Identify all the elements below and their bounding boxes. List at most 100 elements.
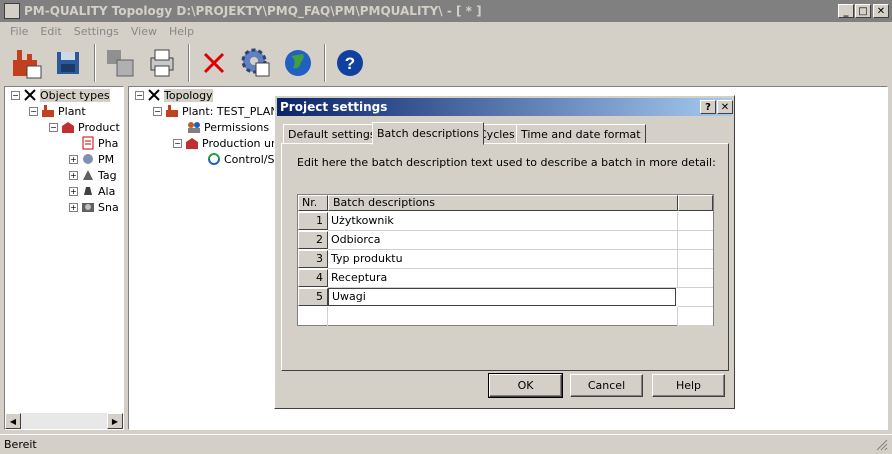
scroll-left-icon[interactable]: ◀: [5, 413, 21, 429]
main-titlebar[interactable]: PM-QUALITY Topology D:\PROJEKTY\PMQ_FAQ\…: [0, 0, 892, 22]
tree-node-product[interactable]: − Product: [49, 119, 120, 135]
collapse-icon[interactable]: −: [29, 106, 38, 116]
tag-icon: [83, 170, 93, 180]
minimize-button[interactable]: _: [838, 4, 854, 18]
gear-icon: [83, 154, 93, 164]
column-header-descriptions[interactable]: Batch descriptions: [328, 195, 678, 211]
collapse-icon[interactable]: −: [135, 90, 144, 100]
tree-label: Control/S: [224, 152, 275, 166]
maximize-button[interactable]: □: [855, 4, 871, 18]
alarm-icon: [84, 187, 92, 195]
tree-node-pm[interactable]: + PM: [69, 151, 114, 167]
users-icon: [188, 122, 200, 133]
close-button[interactable]: ✕: [873, 4, 889, 18]
production-icon: [62, 122, 74, 133]
column-header-nr[interactable]: Nr.: [298, 195, 328, 211]
tree-label: Production un: [202, 136, 278, 150]
settings-gear-icon[interactable]: [236, 43, 276, 83]
tree-node-sna[interactable]: + Sna: [69, 199, 119, 215]
globe-icon[interactable]: [278, 43, 318, 83]
copy-icon[interactable]: [100, 43, 140, 83]
resize-grip-icon[interactable]: [876, 439, 888, 451]
plant-icon: [166, 105, 178, 117]
menu-view[interactable]: View: [125, 25, 163, 38]
status-text: Bereit: [4, 438, 37, 451]
tree-node-permissions[interactable]: Permissions: [187, 119, 269, 135]
tree-node-ala[interactable]: + Ala: [69, 183, 115, 199]
print-icon[interactable]: [142, 43, 182, 83]
batch-descriptions-table[interactable]: Nr. Batch descriptions 1 Użytkownik 2 Od…: [297, 194, 714, 326]
tree-label: Object types: [40, 88, 110, 102]
column-header-empty: [678, 195, 713, 211]
dialog-close-button[interactable]: ✕: [717, 100, 733, 114]
table-cell-description[interactable]: Receptura: [328, 269, 678, 288]
menu-help[interactable]: Help: [163, 25, 200, 38]
tree-node-object-types[interactable]: − Object types: [11, 87, 110, 103]
save-icon[interactable]: [48, 43, 88, 83]
scroll-right-icon[interactable]: ▶: [107, 413, 123, 429]
delete-icon[interactable]: [194, 43, 234, 83]
expand-icon[interactable]: +: [69, 186, 78, 196]
collapse-icon[interactable]: −: [153, 106, 162, 116]
svg-text:?: ?: [345, 54, 355, 73]
table-cell-description-editor[interactable]: Uwagi: [328, 288, 676, 306]
tree-label: Sna: [98, 200, 119, 214]
tab-time-date-format[interactable]: Time and date format: [516, 124, 646, 144]
tree-label: Ala: [98, 184, 116, 198]
tree-node-pha[interactable]: Pha: [81, 135, 118, 151]
tree-node-production-unit[interactable]: − Production un: [173, 135, 278, 151]
tree-node-plant-test[interactable]: − Plant: TEST_PLAN: [153, 103, 279, 119]
topology-icon: [24, 89, 36, 101]
tree-label: Product: [78, 120, 120, 134]
dialog-help-button[interactable]: ?: [700, 100, 716, 114]
tree-node-topology[interactable]: − Topology: [135, 87, 213, 103]
tree-label: Topology: [164, 88, 213, 102]
collapse-icon[interactable]: −: [49, 122, 58, 132]
factory-icon[interactable]: [6, 43, 46, 83]
tree-node-control[interactable]: Control/S: [207, 151, 274, 167]
help-button[interactable]: Help: [652, 374, 725, 397]
expand-icon[interactable]: +: [69, 202, 78, 212]
tree-node-plant[interactable]: − Plant: [29, 103, 86, 119]
dialog-titlebar[interactable]: Project settings ? ✕: [277, 98, 733, 116]
status-bar: Bereit: [0, 434, 892, 454]
tree-label: Pha: [98, 136, 119, 150]
expand-icon[interactable]: +: [69, 154, 78, 164]
menu-settings[interactable]: Settings: [68, 25, 125, 38]
tree-node-tag[interactable]: + Tag: [69, 167, 117, 183]
table-cell-description[interactable]: Użytkownik: [328, 212, 678, 231]
tree-label: Permissions: [204, 120, 270, 134]
document-icon: [82, 136, 94, 150]
cancel-button[interactable]: Cancel: [570, 374, 643, 397]
toolbar-separator: [94, 44, 96, 82]
tree-label: Plant: [58, 104, 86, 118]
row-number[interactable]: 5: [298, 288, 328, 306]
ok-button[interactable]: OK: [488, 373, 563, 398]
help-icon[interactable]: ?: [330, 43, 370, 83]
tree-label: PM: [98, 152, 115, 166]
row-number[interactable]: 1: [298, 212, 328, 230]
production-icon: [186, 138, 198, 149]
collapse-icon[interactable]: −: [173, 138, 182, 148]
menu-edit[interactable]: Edit: [34, 25, 67, 38]
row-number[interactable]: 2: [298, 231, 328, 249]
toolbar-separator: [324, 44, 326, 82]
toolbar-separator: [188, 44, 190, 82]
expand-icon[interactable]: +: [69, 170, 78, 180]
instruction-text: Edit here the batch description text use…: [297, 156, 716, 169]
table-cell-description[interactable]: Typ produktu: [328, 250, 678, 269]
control-icon: [208, 153, 220, 165]
row-number[interactable]: 4: [298, 269, 328, 287]
object-types-tree[interactable]: − Object types − Plant − Product Pha + P…: [4, 86, 124, 430]
project-settings-dialog: Project settings ? ✕ Default settings Ba…: [274, 95, 735, 409]
snapshot-icon: [82, 203, 94, 212]
row-number[interactable]: 3: [298, 250, 328, 268]
tree-label: Tag: [98, 168, 117, 182]
table-cell-description[interactable]: Odbiorca: [328, 231, 678, 250]
menu-file[interactable]: File: [4, 25, 34, 38]
tab-default-settings[interactable]: Default settings: [283, 124, 381, 144]
tab-batch-descriptions[interactable]: Batch descriptions: [372, 122, 485, 145]
horizontal-scrollbar[interactable]: ◀ ▶: [5, 413, 123, 429]
dialog-title: Project settings: [280, 100, 388, 114]
collapse-icon[interactable]: −: [11, 90, 20, 100]
